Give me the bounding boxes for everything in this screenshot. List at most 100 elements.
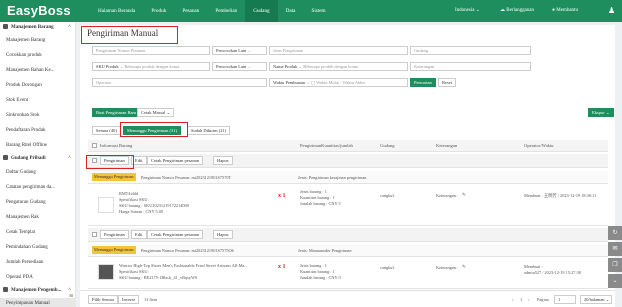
sidebar-group-pengembalian[interactable]: Manajemen Pengemb... ^ (0, 285, 76, 297)
product-name-filter[interactable]: Nama Produk ⌄ Beberapa produk dengan kom… (269, 62, 408, 71)
select-all-button[interactable]: Pilih Semua (88, 295, 118, 304)
print-order-button[interactable]: Cetak Pengiriman pesanan (147, 230, 203, 239)
sidebar-item-produk-dorongan[interactable]: Produk Dorongan (0, 80, 76, 92)
chat-icon[interactable]: ✉ (608, 242, 622, 256)
date-range-filter[interactable]: Waktu Pembuatan ⌄ ▢ Waktu Mulai - Waktu … (269, 78, 408, 87)
sidebar-item-catatan-pengiriman[interactable]: Catatan pengiriman da... (0, 182, 76, 194)
chevron-down-icon: ⌄ (119, 64, 124, 69)
table-footer: Pilih Semua Inverse 13 Item ‹ 1 › Pagina… (80, 290, 615, 307)
refresh-icon[interactable]: ↻ (608, 226, 622, 240)
sidebar-item-cocokkan-produk[interactable]: Cocokkan produk (0, 50, 76, 62)
print-order-button[interactable]: Cetak Pengiriman pesanan (147, 156, 203, 165)
sidebar-item-penyimpanan-manual[interactable]: Penyimpanan Manual (0, 298, 76, 307)
help-icon: ● (552, 8, 556, 13)
sidebar-item-sinkron-stok[interactable]: Sinkronkan Stok (0, 110, 76, 122)
user-icon[interactable]: ♟ (608, 0, 615, 22)
hamburger-icon[interactable]: ≡ (69, 292, 77, 302)
col-note: Keterangan (436, 143, 458, 148)
sidebar: Manajemen Barang ^ Manajemen Barang Cocok… (0, 22, 76, 307)
main-nav: Halaman Beranda Produk Pesanan Pembelian… (90, 0, 334, 22)
order-type: Jenis: Pengiriman kerajinan pengiriman (298, 175, 367, 180)
sidebar-item-jumlah-persediaan[interactable]: Jumlah Persediaan (0, 257, 76, 269)
sku-filter[interactable]: SKU Produk ⌄ Beberapa produk dengan koma (92, 62, 210, 71)
subscription-link[interactable]: ☁ Berlangganan (500, 0, 534, 22)
edit-icon[interactable]: ✎ (462, 192, 466, 198)
sidebar-item-pemindahan-gudang[interactable]: Pemindahan Gudang (0, 242, 76, 254)
delete-button[interactable]: Hapus (213, 156, 233, 165)
sidebar-item-bahan[interactable]: Manajemen Bahan Ke... (0, 65, 76, 77)
delete-button[interactable]: Hapus (213, 230, 233, 239)
sidebar-item-operasi-pda[interactable]: Operasi PDA (0, 272, 76, 284)
sidebar-group-gudang-pribadi[interactable]: Gudang Pribadi ^ (0, 153, 76, 165)
reset-button[interactable]: Reset (438, 78, 456, 87)
sidebar-item-daftar-gudang[interactable]: Daftar Gudang (0, 167, 76, 179)
sidebar-item-pengaturan-gudang[interactable]: Pengaturan Gudang (0, 197, 76, 209)
product-spec: Spesifikasi SKU: (119, 197, 149, 202)
member-link[interactable]: ● Membantu (552, 0, 578, 22)
product-spec: Spesifikasi SKU: (119, 269, 149, 274)
warehouse-select[interactable]: Gudang (410, 46, 531, 55)
current-page-indicator[interactable]: 1 (520, 297, 522, 303)
nav-orders[interactable]: Pesanan (174, 0, 207, 22)
box-icon (3, 23, 8, 29)
nav-data[interactable]: Data (278, 0, 304, 22)
edit-icon[interactable]: ✎ (462, 264, 466, 270)
nav-home[interactable]: Halaman Beranda (90, 0, 143, 22)
sidebar-item-cetak-templat[interactable]: Cetak Templat (0, 227, 76, 239)
page-input[interactable]: 1 (554, 295, 576, 304)
nav-warehouse[interactable]: Gudang (245, 0, 278, 22)
scroll-down-icon[interactable]: ⌄ (608, 274, 622, 288)
image-placeholder-icon (98, 197, 114, 213)
chevron-down-icon: ⌄ (247, 64, 252, 69)
invert-selection-button[interactable]: Inverse (118, 295, 140, 304)
item-count: 13 Item (144, 297, 158, 302)
sidebar-item-pendaftaran[interactable]: Pendaftaran Produk (0, 125, 76, 137)
product-image (98, 264, 114, 280)
note-filter[interactable]: Keterangan (410, 62, 531, 71)
bulk-print-button[interactable]: Cetak Massal ⌄ (137, 108, 175, 117)
tab-shipped[interactable]: Sudah Dikirim (21) (187, 126, 231, 135)
top-navigation-bar: EasyBoss Halaman Beranda Produk Pesanan … (0, 0, 622, 22)
tab-all[interactable]: Semua (40) (92, 126, 121, 135)
prev-page-button[interactable]: ‹ (512, 297, 513, 303)
row-checkbox[interactable] (92, 232, 97, 237)
next-page-button[interactable]: › (528, 297, 529, 303)
sidebar-group-product-management[interactable]: Manajemen Barang ^ (0, 22, 76, 34)
col-quantity: PengirimanKuantitas/jumlah (300, 143, 353, 148)
copy-icon[interactable]: ❐ (608, 258, 622, 272)
warehouse-name: cangku1 (380, 193, 395, 198)
operator-time: admin527 / 2023-12-19 15:27:38 (524, 270, 581, 275)
select-all-checkbox[interactable] (92, 143, 97, 148)
match-mode-select-1[interactable]: Pencocokan Lain ⌄ (212, 46, 267, 55)
page-size-select[interactable]: 20/halaman ⌄ (580, 295, 612, 304)
nav-product[interactable]: Produk (143, 0, 174, 22)
export-button[interactable]: Ekspor ⌄ (588, 108, 614, 117)
warehouse-name: cangku1 (380, 265, 395, 270)
app-logo[interactable]: EasyBoss (7, 3, 71, 18)
operator-label: Membuat : (524, 264, 543, 269)
country-selector[interactable]: Indonesia ⌄ (455, 0, 480, 22)
chevron-up-icon: ^ (68, 25, 71, 30)
match-mode-select-2[interactable]: Pencocokan Lain ⌄ (212, 62, 267, 71)
ship-button[interactable]: Pengiriman (100, 230, 129, 239)
order-actions-row: Pengiriman Edit Cetak Pengiriman pesanan… (88, 228, 608, 242)
status-badge: Menunggu Pengiriman (92, 246, 136, 254)
search-button[interactable]: Pencarian (410, 78, 436, 87)
create-shipment-button[interactable]: Buat Pengiriman Baru (92, 108, 141, 117)
sidebar-item-stok-event[interactable]: Stok Event (0, 95, 76, 107)
col-operator-time: Operator/Waktu (524, 143, 554, 148)
note-label: Keterangan : (436, 265, 459, 270)
order-number-filter[interactable]: Pengiriman Nomor Pesanan (92, 46, 210, 55)
quantity-flag: x 1 (278, 264, 286, 270)
shipping-type-select[interactable]: Jenis Pengiriman (269, 46, 408, 55)
col-product-info: Informasi Barang (100, 143, 133, 148)
sidebar-item-manajemen-barang[interactable]: Manajemen Barang (0, 35, 76, 47)
sidebar-item-manajemen-rak[interactable]: Manajemen Rak (0, 212, 76, 224)
operator-select[interactable]: Operator (92, 78, 267, 87)
product-price: Harga Satuan : CNY 5.00 (119, 209, 164, 214)
sidebar-item-ritel-offline[interactable]: Barang Ritel Offline (0, 140, 76, 152)
nav-purchase[interactable]: Pembelian (207, 0, 245, 22)
edit-button[interactable]: Edit (131, 230, 147, 239)
nav-system[interactable]: Sistem (303, 0, 333, 22)
chevron-up-icon: ^ (68, 156, 71, 161)
